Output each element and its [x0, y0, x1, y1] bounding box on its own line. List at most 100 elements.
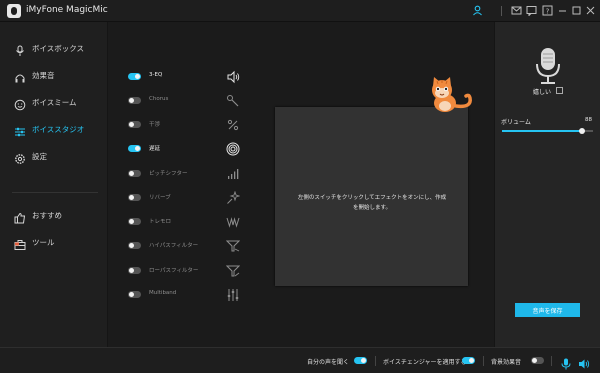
effect-row-lowpass: ローパスフィルター: [108, 263, 258, 285]
effect-row-3eq: 3-EQ: [108, 69, 258, 91]
sidebar-item-voice-studio[interactable]: ボイススタジオ: [0, 120, 108, 140]
bottom-divider: [551, 356, 552, 366]
effect-label: 3-EQ: [149, 72, 163, 78]
effect-toggle[interactable]: [128, 218, 141, 225]
hear-self-toggle[interactable]: [354, 357, 367, 364]
sidebar-item-label: ツール: [32, 238, 55, 247]
smiley-icon: [14, 96, 26, 111]
minimize-icon[interactable]: [557, 5, 568, 16]
sidebar-item-settings[interactable]: 設定: [0, 147, 108, 167]
sidebar-divider: [12, 192, 98, 193]
effect-toggle[interactable]: [128, 97, 141, 104]
hear-self-label: 自分の声を聞く: [307, 359, 350, 366]
apply-changer-label: ボイスチェンジャーを適用する: [383, 359, 467, 366]
equalizer-icon: [226, 287, 240, 301]
bars-icon: [226, 166, 240, 180]
effect-toggle[interactable]: [128, 242, 141, 249]
feedback-icon[interactable]: [526, 5, 537, 17]
background-effects-label: 背景効果音: [491, 359, 522, 366]
toolbox-icon: [14, 236, 26, 250]
titlebar-divider: [501, 6, 502, 16]
cat-mascot-icon: [426, 76, 476, 116]
bottom-divider: [375, 356, 376, 366]
studio-workspace: 左側のスイッチをクリックしてエフェクトをオンにし、作成を開始します。: [258, 22, 494, 347]
gear-icon: [14, 150, 26, 164]
sidebar-item-recommended[interactable]: おすすめ: [0, 206, 108, 226]
app-logo: [7, 4, 21, 18]
volume-slider-thumb[interactable]: [579, 128, 586, 134]
effect-toggle[interactable]: [128, 73, 141, 80]
sidebar-item-sound-effects[interactable]: 効果音: [0, 66, 108, 86]
apply-changer-toggle[interactable]: [462, 357, 475, 364]
speaker-icon[interactable]: [578, 355, 590, 369]
effect-label: リバーブ: [149, 195, 171, 201]
sliders-icon: [14, 123, 26, 137]
effect-label: Multiband: [149, 290, 177, 296]
headphones-icon: [14, 69, 26, 83]
sparkle-icon: [226, 190, 241, 204]
effect-label: ピッチシフター: [149, 171, 188, 177]
effect-toggle[interactable]: [128, 145, 141, 152]
background-effects-toggle[interactable]: [531, 357, 544, 364]
sidebar-item-label: 設定: [32, 152, 47, 161]
volume-label: ボリューム: [501, 119, 531, 126]
thumbs-up-icon: [14, 209, 26, 224]
microphone-icon[interactable]: [561, 355, 571, 370]
effect-label: ローパスフィルター: [149, 268, 199, 274]
sidebar-item-label: ボイスミーム: [32, 98, 77, 107]
sidebar: ボイスボックス 効果音 ボイスミーム ボイススタジオ 設定 おすすめ ツール: [0, 22, 108, 347]
voice-panel: 嬉しい ボリューム 88 音声を保存: [494, 22, 600, 347]
close-icon[interactable]: [585, 5, 596, 16]
bottom-divider: [483, 356, 484, 366]
sidebar-item-label: 効果音: [32, 71, 55, 80]
effect-label: 干渉: [149, 122, 161, 128]
sidebar-item-label: ボイスボックス: [32, 44, 85, 53]
effect-board: 左側のスイッチをクリックしてエフェクトをオンにし、作成を開始します。: [275, 107, 468, 286]
effect-toggle[interactable]: [128, 170, 141, 177]
sidebar-item-label: おすすめ: [32, 211, 62, 220]
effect-row-pitch-shifter: ピッチシフター: [108, 166, 258, 188]
empty-state-message: 左側のスイッチをクリックしてエフェクトをオンにし、作成を開始します。: [297, 195, 447, 211]
effect-toggle[interactable]: [128, 121, 141, 128]
effect-label: トレモロ: [149, 219, 172, 225]
current-voice-name: 嬉しい: [533, 89, 552, 96]
mail-icon[interactable]: [511, 5, 522, 16]
volume-slider[interactable]: [502, 128, 593, 134]
effect-toggle[interactable]: [128, 291, 141, 298]
wand-icon: [226, 93, 240, 107]
effect-row-highpass: ハイパスフィルター: [108, 238, 258, 260]
spiral-icon: [226, 141, 240, 156]
sidebar-item-tools[interactable]: ツール: [0, 233, 108, 253]
save-voice-button[interactable]: 音声を保存: [515, 303, 580, 317]
wave-icon: [226, 214, 240, 228]
volume-slider-fill: [502, 130, 583, 132]
effect-label: ハイパスフィルター: [149, 243, 199, 249]
user-icon[interactable]: [472, 5, 483, 16]
sidebar-item-label: ボイススタジオ: [32, 125, 85, 134]
effect-row-multiband: Multiband: [108, 287, 258, 309]
effects-list: 3-EQ Chorus 干渉 遅延 ピッチシフター リバーブ トレモロ ハイパス…: [108, 22, 258, 347]
app-title: iMyFone MagicMic: [26, 5, 108, 15]
effect-row-chorus: Chorus: [108, 93, 258, 115]
edit-icon[interactable]: [556, 87, 563, 94]
effect-label: 遅延: [149, 146, 161, 152]
sidebar-item-voice-meme[interactable]: ボイスミーム: [0, 93, 108, 113]
title-bar: iMyFone MagicMic ?: [0, 0, 600, 22]
effect-toggle[interactable]: [128, 194, 141, 201]
effect-row-delay: 遅延: [108, 141, 258, 163]
effect-row-tremolo: トレモロ: [108, 214, 258, 236]
percent-icon: [226, 117, 240, 131]
svg-text:?: ?: [546, 7, 550, 15]
volume-value: 88: [585, 117, 592, 123]
sidebar-item-voicebox[interactable]: ボイスボックス: [0, 39, 108, 59]
effect-row-reverb: リバーブ: [108, 190, 258, 212]
speaker-icon: [226, 69, 240, 84]
bottom-bar: 自分の声を聞く ボイスチェンジャーを適用する 背景効果音: [0, 347, 600, 373]
effect-row-interference: 干渉: [108, 117, 258, 139]
microphone-icon: [14, 42, 26, 56]
microphone-icon: [533, 46, 563, 90]
highpass-icon: [225, 238, 241, 252]
effect-toggle[interactable]: [128, 267, 141, 274]
maximize-icon[interactable]: [571, 5, 582, 16]
help-icon[interactable]: ?: [542, 5, 553, 16]
